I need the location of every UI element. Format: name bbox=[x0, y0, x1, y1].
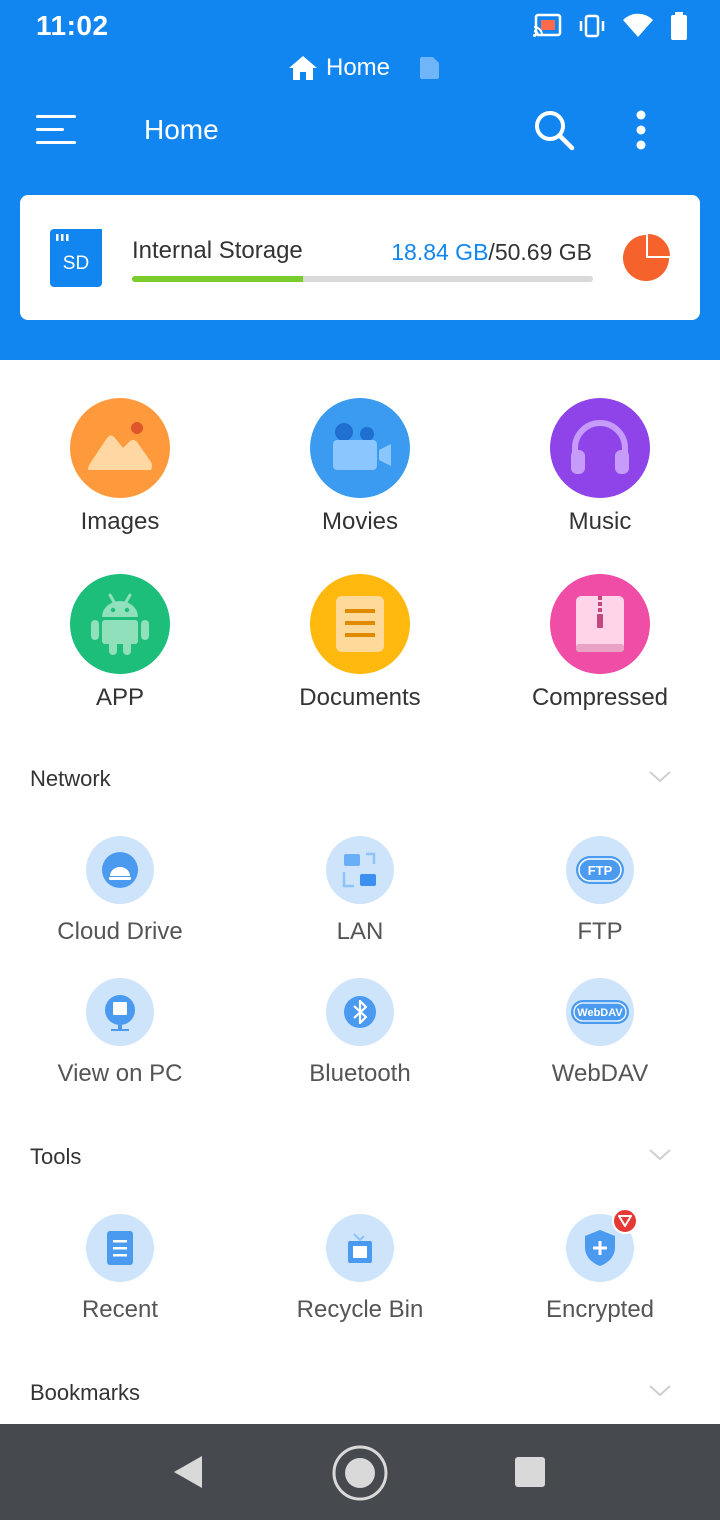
ftp-icon: FTP bbox=[566, 836, 634, 904]
storage-progress-fill bbox=[132, 276, 304, 282]
section-title-network: Network bbox=[30, 766, 111, 791]
network-webdav[interactable]: WebDAV WebDAV bbox=[480, 978, 720, 1088]
vibrate-icon bbox=[579, 14, 605, 38]
video-camera-icon bbox=[310, 398, 410, 498]
section-title-bookmarks: Bookmarks bbox=[30, 1380, 141, 1405]
category-app[interactable]: APP bbox=[0, 574, 240, 712]
tool-encrypted[interactable]: Encrypted bbox=[480, 1208, 720, 1324]
network-bluetooth[interactable]: Bluetooth bbox=[240, 978, 480, 1088]
image-icon bbox=[70, 398, 170, 498]
network-label: LAN bbox=[336, 918, 384, 945]
category-compressed[interactable]: Compressed bbox=[480, 574, 720, 712]
tool-recycle-bin[interactable]: Recycle Bin bbox=[240, 1214, 480, 1324]
storage-pie-icon bbox=[623, 234, 670, 281]
document-icon bbox=[310, 574, 410, 674]
home-nav-icon[interactable] bbox=[331, 1444, 389, 1502]
internal-storage-card[interactable]: SD Internal Storage 18.84 GB/50.69 GB bbox=[20, 195, 700, 320]
storage-progress-bar bbox=[132, 276, 593, 282]
battery-icon bbox=[671, 12, 687, 40]
tool-recent[interactable]: Recent bbox=[0, 1214, 240, 1324]
status-time: 11:02 bbox=[36, 10, 109, 41]
cloud-drive-icon bbox=[86, 836, 154, 904]
section-title-tools: Tools bbox=[30, 1144, 82, 1169]
recents-icon[interactable] bbox=[514, 1456, 546, 1488]
network-label: Cloud Drive bbox=[57, 918, 183, 945]
chevron-down-icon[interactable] bbox=[648, 1148, 672, 1162]
tool-label: Recent bbox=[81, 1296, 159, 1323]
system-nav-bar bbox=[0, 1424, 720, 1520]
category-label: Movies bbox=[321, 508, 399, 535]
category-label: Compressed bbox=[531, 684, 669, 711]
bluetooth-icon bbox=[326, 978, 394, 1046]
category-music[interactable]: Music bbox=[480, 398, 720, 536]
network-ftp[interactable]: FTP FTP bbox=[480, 836, 720, 946]
recent-icon bbox=[86, 1214, 154, 1282]
network-label: WebDAV bbox=[551, 1060, 649, 1087]
tool-label: Encrypted bbox=[545, 1296, 655, 1323]
breadcrumb[interactable]: Home bbox=[288, 54, 440, 82]
android-icon bbox=[70, 574, 170, 674]
webdav-icon: WebDAV bbox=[566, 978, 634, 1046]
category-label: Documents bbox=[299, 684, 421, 711]
category-documents[interactable]: Documents bbox=[240, 574, 480, 712]
home-icon bbox=[289, 56, 317, 80]
webdav-label: WebDAV bbox=[577, 1007, 623, 1019]
category-movies[interactable]: Movies bbox=[240, 398, 480, 536]
storage-name: Internal Storage bbox=[132, 237, 303, 264]
view-on-pc-icon bbox=[86, 978, 154, 1046]
network-cloud-drive[interactable]: Cloud Drive bbox=[0, 836, 240, 946]
tool-label: Recycle Bin bbox=[296, 1296, 424, 1323]
network-label: FTP bbox=[577, 918, 623, 945]
storage-total: 50.69 GB bbox=[494, 239, 592, 265]
recycle-bin-icon bbox=[326, 1214, 394, 1282]
chevron-down-icon[interactable] bbox=[648, 1384, 672, 1398]
sd-card-icon: SD bbox=[50, 229, 102, 287]
network-view-on-pc[interactable]: View on PC bbox=[0, 978, 240, 1088]
breadcrumb-label: Home bbox=[326, 54, 391, 81]
wifi-icon bbox=[623, 13, 653, 38]
category-label: Music bbox=[568, 508, 632, 535]
chevron-down-icon[interactable] bbox=[648, 770, 672, 784]
storage-values: 18.84 GB/50.69 GB bbox=[391, 239, 592, 266]
cast-icon bbox=[533, 13, 562, 37]
file-icon bbox=[420, 57, 440, 79]
menu-icon[interactable] bbox=[34, 112, 78, 148]
sd-label: SD bbox=[63, 253, 89, 274]
status-icons bbox=[532, 12, 688, 40]
network-label: Bluetooth bbox=[309, 1060, 411, 1087]
headphones-icon bbox=[550, 398, 650, 498]
premium-badge-icon bbox=[612, 1208, 638, 1234]
search-icon[interactable] bbox=[532, 108, 576, 152]
category-images[interactable]: Images bbox=[0, 398, 240, 536]
ftp-label: FTP bbox=[588, 863, 613, 878]
back-icon[interactable] bbox=[170, 1454, 206, 1490]
storage-used: 18.84 GB bbox=[391, 239, 489, 265]
lan-icon bbox=[326, 836, 394, 904]
header-bar: 11:02 Home Home SD Internal Storage 18.8… bbox=[0, 0, 720, 360]
category-label: APP bbox=[95, 684, 145, 711]
network-label: View on PC bbox=[57, 1060, 183, 1087]
archive-icon bbox=[550, 574, 650, 674]
category-label: Images bbox=[80, 508, 160, 535]
network-lan[interactable]: LAN bbox=[240, 836, 480, 946]
more-vert-icon[interactable] bbox=[626, 108, 656, 152]
encrypted-icon bbox=[566, 1208, 638, 1282]
page-title: Home bbox=[144, 114, 219, 145]
